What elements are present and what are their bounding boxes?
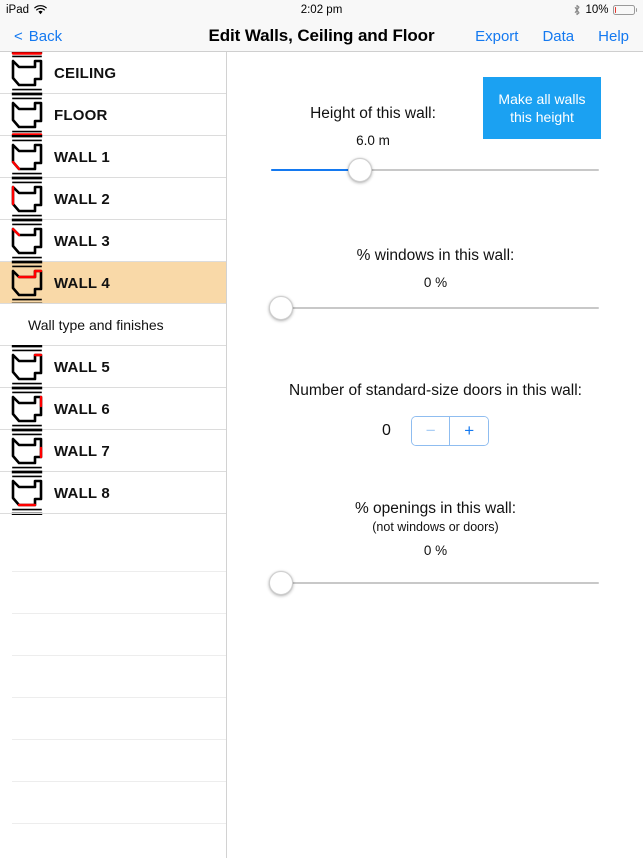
data-button[interactable]: Data (542, 28, 574, 45)
wall-height-value: 6.0 m (356, 133, 390, 148)
wall-height-label: Height of this wall: (310, 105, 436, 122)
sidebar-item-label: FLOOR (54, 106, 108, 124)
sidebar-item-wall-3[interactable]: WALL 3 (0, 219, 226, 263)
sidebar-item-wall-4[interactable]: WALL 4 (0, 261, 226, 305)
sidebar-item-label: WALL 5 (54, 358, 110, 376)
openings-percent-slider-thumb[interactable] (269, 571, 293, 595)
windows-percent-label: % windows in this wall: (356, 247, 515, 264)
room-section-icon (0, 468, 54, 518)
sidebar-item-wall-5[interactable]: WALL 5 (0, 345, 226, 389)
detail-panel: Make all walls this height Height of thi… (228, 52, 643, 858)
openings-percent-slider-track[interactable] (281, 582, 599, 584)
sidebar-item-wall-6[interactable]: WALL 6 (0, 387, 226, 431)
sidebar-item-label: WALL 3 (54, 232, 110, 250)
status-bar-clock: 2:02 pm (300, 4, 343, 16)
openings-percent-sublabel: (not windows or doors) (372, 520, 499, 534)
sidebar-empty-row (0, 740, 226, 782)
windows-percent-slider[interactable] (269, 296, 599, 320)
sidebar-item-label: WALL 1 (54, 148, 110, 166)
sidebar-subitem-label: Wall type and finishes (28, 317, 164, 333)
wall-height-slider-thumb[interactable] (347, 158, 372, 182)
sidebar-item-wall-2[interactable]: WALL 2 (0, 177, 226, 221)
sidebar-item-wall-8[interactable]: WALL 8 (0, 471, 226, 515)
help-button[interactable]: Help (598, 28, 629, 45)
sidebar-item-wall-type-and-finishes[interactable]: Wall type and finishes (0, 304, 226, 346)
sidebar-item-label: CEILING (54, 64, 117, 82)
wall-height-slider-fill (271, 169, 360, 171)
sidebar-empty-row (0, 656, 226, 698)
sidebar-item-label: WALL 7 (54, 442, 110, 460)
doors-count-stepper[interactable]: − + (410, 416, 489, 446)
openings-percent-label: % openings in this wall: (354, 500, 517, 517)
sidebar-item-ceiling[interactable]: CEILING (0, 52, 226, 95)
sidebar-empty-row (0, 572, 226, 614)
wall-height-section: Height of this wall: 6.0 m (228, 105, 643, 148)
sidebar-item-floor[interactable]: FLOOR (0, 93, 226, 137)
windows-percent-section: % windows in this wall: 0 % (228, 247, 643, 290)
windows-percent-value: 0 % (423, 275, 448, 290)
openings-percent-slider[interactable] (269, 571, 599, 595)
export-button[interactable]: Export (475, 28, 518, 45)
sidebar-item-label: WALL 6 (54, 400, 110, 418)
openings-percent-value: 0 % (423, 543, 448, 558)
surface-list-sidebar[interactable]: CEILING FLOOR WALL 1 WALL 2 WALL 3 WALL 4 Wall… (0, 52, 227, 858)
sidebar-empty-row (0, 782, 226, 824)
sidebar-item-label: WALL 4 (54, 274, 110, 292)
doors-count-value: 0 (382, 422, 391, 439)
navigation-bar: < Back Edit Walls, Ceiling and Floor Exp… (0, 20, 643, 52)
doors-increment-button[interactable]: + (450, 417, 488, 445)
doors-count-section: Number of standard-size doors in this wa… (228, 382, 643, 446)
sidebar-empty-row (0, 530, 226, 572)
openings-percent-section: % openings in this wall: (not windows or… (228, 500, 643, 558)
sidebar-item-wall-1[interactable]: WALL 1 (0, 135, 226, 179)
sidebar-item-label: WALL 2 (54, 190, 110, 208)
sidebar-item-label: WALL 8 (54, 484, 110, 502)
status-bar: iPad 2:02 pm 10% (0, 0, 643, 20)
sidebar-empty-row (0, 614, 226, 656)
windows-percent-slider-thumb[interactable] (269, 296, 293, 320)
wall-height-slider[interactable] (271, 158, 599, 182)
bluetooth-icon (573, 4, 581, 16)
room-section-icon (0, 258, 54, 308)
status-bar-right: 10% (573, 4, 637, 16)
doors-decrement-button[interactable]: − (411, 417, 450, 445)
doors-count-label: Number of standard-size doors in this wa… (289, 382, 582, 399)
battery-percent-label: 10% (585, 4, 609, 16)
sidebar-item-wall-7[interactable]: WALL 7 (0, 429, 226, 473)
nav-actions: Export Data Help (475, 20, 629, 52)
sidebar-empty-row (0, 698, 226, 740)
sidebar-empty-row (0, 824, 226, 858)
battery-icon (612, 5, 637, 15)
windows-percent-slider-track[interactable] (281, 307, 599, 309)
